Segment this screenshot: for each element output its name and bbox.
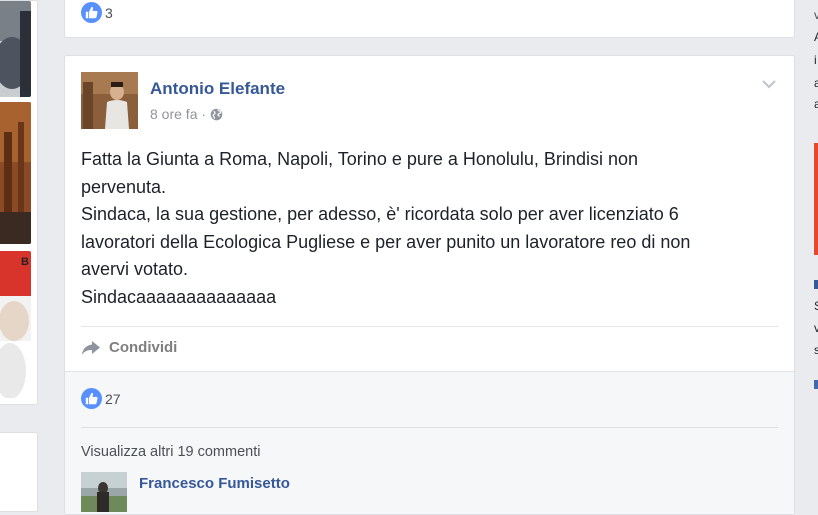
right-fragment: S [814,299,818,313]
right-link-mark[interactable] [814,380,818,389]
post-line: avervi votato. [81,259,189,279]
left-photo-1[interactable] [0,1,31,97]
share-label: Condividi [109,339,178,356]
left-column: B [0,0,38,512]
right-ad-image[interactable] [814,143,818,255]
commenter-avatar[interactable] [81,472,127,512]
previous-post-likes[interactable]: 3 [81,2,113,23]
post-like-count: 27 [105,390,121,407]
right-fragment: A [814,30,818,44]
right-link-mark[interactable] [814,280,818,289]
chevron-down-icon[interactable] [762,76,776,94]
post-time[interactable]: 8 ore fa [150,106,197,122]
previous-post-like-count: 3 [105,4,113,21]
view-more-comments-link[interactable]: Visualizza altri 19 commenti [81,444,260,460]
post-line: lavoratori della Ecologica Pugliese e pe… [81,231,691,252]
like-icon [81,388,102,409]
post-body: Fatta la Giunta a Roma, Napoli, Torino e… [81,146,771,311]
post-line: pervenuta. [81,176,167,197]
right-fragment: a [814,76,818,90]
right-fragment: v [814,321,818,335]
comments-divider [81,427,778,428]
right-fragment: v [814,8,818,22]
left-card-2 [0,432,38,512]
globe-icon[interactable] [210,108,223,124]
comment-section: 27 Visualizza altri 19 commenti Francesc… [65,371,794,514]
right-fragment: s [814,343,818,357]
post-line: Fatta la Giunta a Roma, Napoli, Torino e… [81,149,638,169]
share-arrow-icon [81,340,101,356]
author-avatar[interactable] [81,72,138,129]
like-icon [81,2,102,23]
left-photo-text: B [21,256,29,268]
commenter-name[interactable]: Francesco Fumisetto [139,475,290,492]
post-line: Sindaca, la sua gestione, per adesso, è'… [81,204,679,224]
right-fragment: a [814,97,818,111]
post-author[interactable]: Antonio Elefante [150,79,285,99]
post-line: Sindacaaaaaaaaaaaaaa [81,286,277,307]
post-card: Antonio Elefante 8 ore fa · Fatta la Giu… [64,55,795,515]
left-photo-2[interactable] [0,102,31,244]
previous-post-footer: 3 [64,0,795,38]
left-photo-card: B [0,0,38,405]
post-meta: 8 ore fa · [150,106,223,124]
action-divider [81,326,778,327]
post-likes[interactable]: 27 [81,388,121,409]
right-column: v A i a a S v s [810,0,818,506]
share-button[interactable]: Condividi [81,339,177,356]
meta-separator: · [201,106,207,122]
right-fragment: i [814,53,817,67]
left-photo-3[interactable]: B [0,251,31,398]
